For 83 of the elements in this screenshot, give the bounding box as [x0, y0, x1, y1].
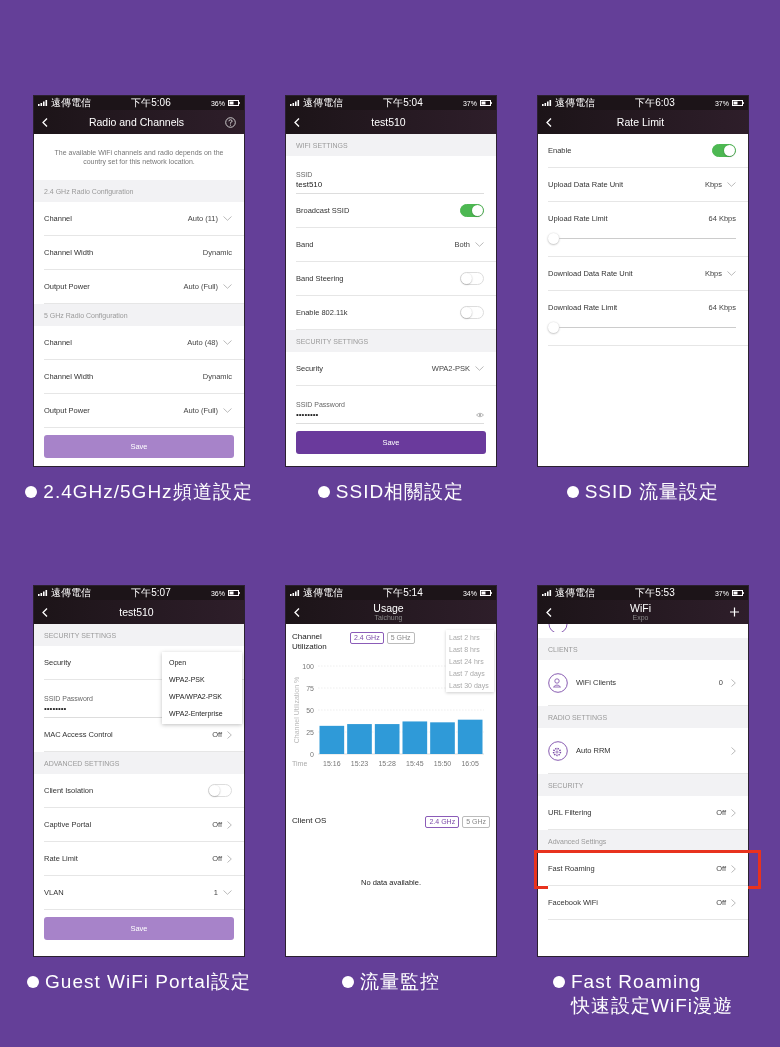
slider-thumb[interactable]	[548, 233, 559, 244]
chart-bar	[319, 725, 345, 754]
bullet-icon	[27, 976, 40, 988]
signal-icon	[542, 590, 552, 596]
screen-title: WiFi	[630, 602, 651, 614]
back-icon[interactable]	[42, 607, 48, 617]
carrier-name: 遠傳電信	[51, 587, 91, 599]
chevron-down-icon	[223, 284, 232, 289]
screen-title: test510	[119, 606, 154, 618]
caption-text: Fast Roaming	[571, 970, 703, 994]
battery-icon	[480, 100, 492, 106]
chevron-right-icon	[731, 808, 736, 817]
screen-title: Radio and Channels	[88, 116, 185, 128]
list-icon	[548, 624, 568, 632]
status-time: 下午5:14	[383, 587, 423, 599]
chart-bar	[457, 719, 483, 754]
chevron-down-icon	[223, 340, 232, 345]
carrier-name: 遠傳電信	[303, 587, 343, 599]
caption-text: 流量監控	[360, 970, 440, 994]
signal-icon	[290, 100, 300, 106]
chart-bar	[374, 724, 400, 754]
signal-icon	[542, 100, 552, 106]
toggle-switch[interactable]	[460, 204, 484, 217]
caption-text: SSID 流量設定	[584, 480, 720, 504]
battery-icon	[480, 590, 492, 596]
carrier-name: 遠傳電信	[51, 97, 91, 109]
chevron-down-icon	[475, 366, 484, 371]
chevron-down-icon	[223, 408, 232, 413]
chevron-down-icon	[223, 890, 232, 895]
help-icon[interactable]	[225, 116, 236, 128]
status-time: 下午5:07	[131, 587, 171, 599]
gear-icon	[548, 740, 568, 761]
bullet-icon	[342, 976, 354, 988]
bullet-icon	[25, 486, 38, 498]
chart-bar	[347, 724, 372, 754]
chevron-down-icon	[475, 242, 484, 247]
screen-title: Rate Limit	[616, 116, 665, 128]
status-time: 下午5:04	[383, 97, 423, 109]
bullet-icon	[566, 486, 579, 498]
status-time: 下午5:53	[635, 587, 675, 599]
battery-icon	[732, 590, 744, 596]
slider-thumb[interactable]	[548, 322, 559, 333]
screen-title: test510	[371, 116, 406, 128]
carrier-name: 遠傳電信	[555, 97, 595, 109]
toggle-switch[interactable]	[712, 144, 736, 157]
bullet-icon	[317, 486, 330, 498]
signal-icon	[290, 590, 300, 596]
battery-icon	[228, 590, 240, 596]
chevron-right-icon	[731, 746, 736, 755]
bullet-icon	[553, 976, 565, 988]
battery-icon	[732, 100, 744, 106]
person-icon	[548, 672, 568, 693]
back-icon[interactable]	[546, 607, 552, 617]
caption-text: SSID相關設定	[335, 480, 465, 504]
chevron-right-icon	[227, 730, 232, 739]
chart-title: Channel Utilization	[292, 632, 328, 652]
chevron-down-icon	[727, 182, 736, 187]
back-icon[interactable]	[294, 607, 300, 617]
chevron-right-icon	[731, 678, 736, 687]
add-icon[interactable]	[729, 607, 740, 617]
signal-icon	[38, 100, 48, 106]
caption-text: 2.4GHz/5GHz頻道設定	[43, 480, 253, 504]
caption-text: 快速設定WiFi漫遊	[571, 994, 733, 1018]
signal-icon	[38, 590, 48, 596]
chevron-right-icon	[731, 898, 736, 907]
chevron-right-icon	[227, 854, 232, 863]
chevron-down-icon	[727, 271, 736, 276]
chart-bar	[402, 721, 428, 754]
status-time: 下午6:03	[635, 97, 675, 109]
chevron-down-icon	[223, 216, 232, 221]
caption-text: Guest WiFi Portal設定	[45, 970, 251, 994]
back-icon[interactable]	[42, 117, 48, 127]
chevron-right-icon	[731, 864, 736, 873]
battery-icon	[228, 100, 240, 106]
back-icon[interactable]	[546, 117, 552, 127]
screen-title: Usage	[373, 602, 404, 614]
chart-bar	[430, 722, 455, 754]
chevron-right-icon	[227, 820, 232, 829]
status-time: 下午5:06	[131, 97, 171, 109]
section-title: Client OS	[292, 816, 328, 826]
back-icon[interactable]	[294, 117, 300, 127]
carrier-name: 遠傳電信	[303, 97, 343, 109]
carrier-name: 遠傳電信	[555, 587, 595, 599]
